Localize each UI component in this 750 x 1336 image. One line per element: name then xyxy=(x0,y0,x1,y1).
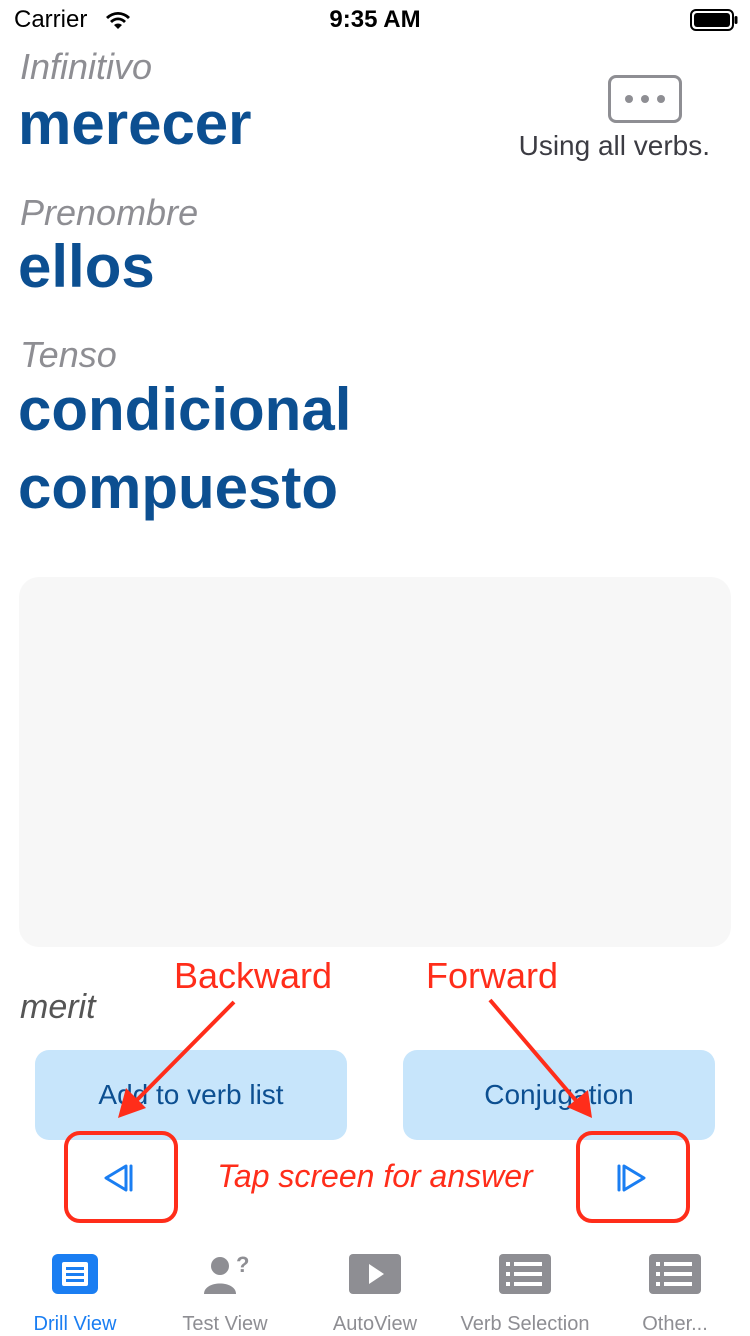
tab-drill-view[interactable]: Drill View xyxy=(0,1248,150,1335)
step-forward-icon xyxy=(617,1164,646,1192)
tab-other[interactable]: Other... xyxy=(600,1248,750,1335)
tab-test-view-label: Test View xyxy=(182,1313,268,1335)
tab-other-label: Other... xyxy=(642,1313,708,1335)
other-icon xyxy=(649,1254,701,1294)
test-view-icon: ? xyxy=(204,1252,249,1294)
forward-arrow-line xyxy=(488,998,580,1105)
backward-button[interactable] xyxy=(88,1148,148,1208)
drill-view-icon xyxy=(52,1254,98,1294)
tab-autoview-label: AutoView xyxy=(332,1313,418,1335)
tab-verb-selection-label: Verb Selection xyxy=(460,1313,590,1335)
forward-button[interactable] xyxy=(602,1148,662,1208)
tab-autoview[interactable]: AutoView xyxy=(300,1248,450,1335)
tab-test-view[interactable]: ? Test View xyxy=(150,1248,300,1335)
verb-selection-icon xyxy=(499,1254,551,1294)
backward-arrow-line xyxy=(132,1000,236,1105)
tab-verb-selection[interactable]: Verb Selection xyxy=(450,1248,600,1335)
tap-hint: Tap screen for answer xyxy=(217,1158,533,1194)
autoview-icon xyxy=(349,1254,401,1294)
svg-text:?: ? xyxy=(236,1252,249,1277)
step-backward-icon xyxy=(104,1164,133,1192)
tab-drill-view-label: Drill View xyxy=(33,1313,117,1335)
